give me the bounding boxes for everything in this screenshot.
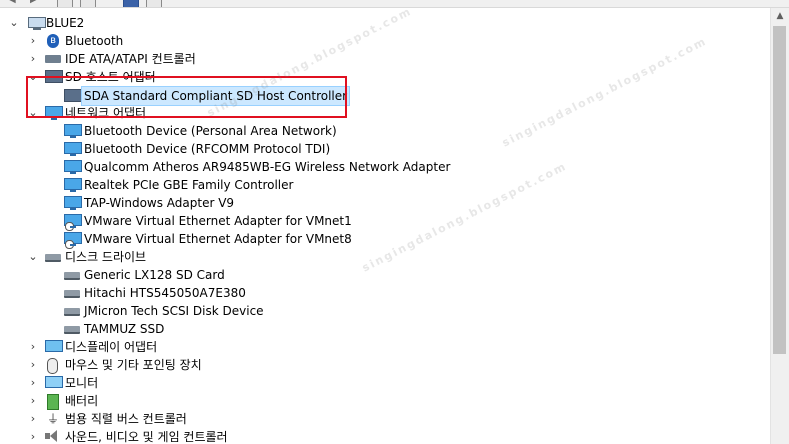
disk-icon: [64, 308, 80, 316]
view-icon[interactable]: [80, 0, 96, 7]
battery-icon: [47, 394, 59, 410]
scroll-up-icon[interactable]: ▲: [771, 8, 789, 25]
mouse-icon: [47, 358, 58, 374]
back-arrow-icon[interactable]: ◀: [8, 0, 16, 6]
watermark: singingdalong.blogspot.com: [360, 159, 570, 275]
expand-arrow-icon[interactable]: ›: [27, 50, 39, 68]
disk-icon: [64, 290, 80, 298]
network-adapter-icon: [45, 106, 63, 120]
collapse-arrow-icon[interactable]: ⌄: [8, 14, 20, 32]
virtual-network-card-icon: [64, 214, 82, 231]
sd-host-adapter-icon: [45, 70, 63, 83]
expand-arrow-icon[interactable]: ›: [27, 392, 39, 410]
bluetooth-icon: ʙ: [47, 34, 59, 48]
collapse-arrow-icon[interactable]: ⌄: [27, 248, 39, 266]
collapse-arrow-icon[interactable]: ⌄: [27, 68, 39, 86]
network-card-icon: [64, 142, 82, 156]
disk-icon: [64, 326, 80, 334]
properties-icon[interactable]: [57, 0, 73, 7]
network-card-icon: [64, 196, 82, 210]
scan-icon[interactable]: [146, 0, 162, 7]
network-card-icon: [64, 124, 82, 138]
usb-icon: ⏚: [47, 412, 60, 426]
vertical-scrollbar[interactable]: ▲: [770, 8, 789, 444]
virtual-network-card-icon: [64, 232, 82, 249]
toolbar: ◀ ▶: [0, 0, 789, 8]
collapse-arrow-icon[interactable]: ⌄: [27, 104, 39, 122]
sound-icon: [45, 430, 59, 442]
forward-arrow-icon[interactable]: ▶: [30, 0, 38, 6]
network-card-icon: [64, 160, 82, 174]
display-adapter-icon: [45, 340, 63, 352]
scrollbar-thumb[interactable]: [773, 26, 786, 354]
device-tree: ⌄ BLUE2 › ʙ Bluetooth › IDE ATA/ATAPI 컨트…: [0, 8, 770, 444]
monitor-icon: [45, 376, 63, 388]
ide-controller-icon: [45, 55, 61, 63]
expand-arrow-icon[interactable]: ›: [27, 374, 39, 392]
expand-arrow-icon[interactable]: ›: [27, 32, 39, 50]
network-card-icon: [64, 178, 82, 192]
expand-arrow-icon[interactable]: ›: [27, 356, 39, 374]
watermark: singingdalong.blogspot.com: [500, 34, 710, 150]
disk-drive-icon: [45, 254, 61, 262]
disk-icon: [64, 272, 80, 280]
expand-arrow-icon[interactable]: ›: [27, 428, 39, 444]
expand-arrow-icon[interactable]: ›: [27, 410, 39, 428]
sd-host-controller-icon: [64, 89, 82, 102]
expand-arrow-icon[interactable]: ›: [27, 338, 39, 356]
help-icon[interactable]: [123, 0, 139, 7]
